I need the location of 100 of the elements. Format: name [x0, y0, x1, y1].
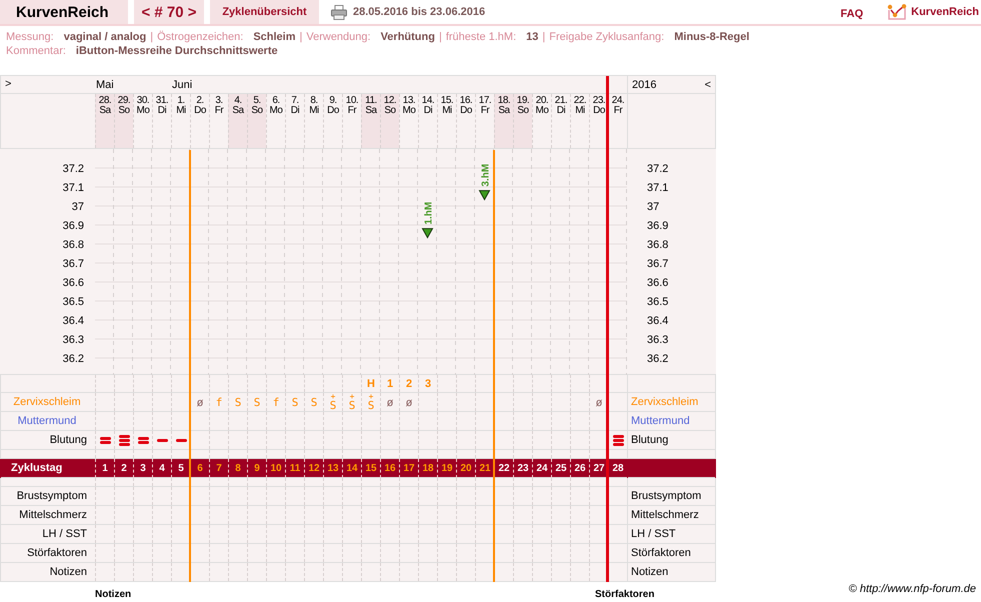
temperature-label: 37: [72, 201, 84, 213]
info-label: Östrogenzeichen:: [157, 31, 244, 43]
info-value: Minus-8-Regel: [674, 31, 750, 43]
cycle-day-number: 10: [270, 463, 282, 474]
date-cell: 8. Mi: [304, 94, 323, 148]
year-label: 2016: [632, 78, 656, 90]
date-cell: 18. Sa: [494, 94, 513, 148]
logo-text: KurvenReich: [911, 6, 979, 18]
separator: |: [150, 31, 154, 43]
cycle-day-number: 22: [498, 463, 510, 474]
copyright-text: © http://www.nfp-forum.de: [848, 583, 976, 595]
mucus-symbol: + S: [348, 394, 356, 410]
temperature-label: 36.3: [647, 334, 668, 346]
mucus-symbol: f: [216, 396, 222, 408]
mucus-symbol: + S: [330, 394, 336, 410]
row-label: Notizen: [630, 565, 670, 580]
date-cell: 13. Mo: [399, 94, 418, 148]
printer-icon[interactable]: [331, 4, 347, 20]
brand-title[interactable]: KurvenReich: [0, 0, 128, 24]
cycle-day-number: 3: [140, 463, 146, 474]
row-label: LH / SST: [630, 527, 677, 542]
temperature-label: 37.1: [62, 182, 84, 194]
cycle-day-number: 14: [346, 463, 358, 474]
section-heading: Notizen: [95, 589, 132, 600]
info-label: Verwendung:: [306, 31, 371, 43]
mucus-symbol: ø: [386, 396, 394, 408]
logo-icon: [887, 4, 908, 20]
row-label: Notizen: [48, 565, 88, 580]
cycle-day-number: 23: [517, 463, 529, 474]
mucus-symbol: ø: [196, 396, 204, 408]
info-value: iButton-Messreihe Durchschnittswerte: [76, 45, 278, 57]
cycle-day-number: 13: [327, 463, 339, 474]
temperature-label: 36.9: [647, 220, 668, 232]
cycle-day-number: 11: [290, 463, 300, 474]
row-label: Störfaktoren: [26, 546, 88, 561]
mucus-symbol: S: [234, 396, 242, 408]
info-value: vaginal / analog: [64, 31, 146, 43]
next-cycle-button[interactable]: >: [1, 76, 12, 92]
cycle-day-number: 20: [460, 463, 472, 474]
cycle-day-number: 8: [235, 463, 241, 474]
separator: |: [300, 31, 302, 43]
peak-count: H: [367, 378, 375, 390]
separator: |: [542, 31, 546, 43]
cycle-day-number: 28: [612, 463, 624, 474]
cycle-day-number: 17: [403, 463, 415, 474]
mucus-symbol: + S: [368, 394, 374, 410]
date-cell: 9. Do: [323, 94, 342, 148]
overview-link[interactable]: Zyklenübersicht: [210, 0, 319, 24]
cycle-day-number: 19: [441, 463, 453, 474]
separator: |: [438, 31, 442, 43]
date-cell: 14. Di: [418, 94, 437, 148]
date-cell: 19. So: [513, 94, 532, 148]
row-label: Brustsymptom: [630, 489, 702, 504]
mucus-symbol: ø: [406, 396, 412, 408]
faq-link[interactable]: FAQ: [840, 8, 864, 20]
date-cell: 28. Sa: [95, 94, 114, 148]
info-label: früheste 1.hM:: [446, 31, 516, 43]
cycle-day-number: 15: [365, 463, 377, 474]
previous-cycle-button[interactable]: <: [704, 76, 711, 92]
date-cell: 20. Mo: [532, 94, 551, 148]
section-heading: Störfaktoren: [595, 589, 654, 600]
cycle-day-label: Zyklustag: [10, 462, 62, 474]
row-label: Mittelschmerz: [630, 508, 700, 523]
info-label: Messung:: [6, 31, 54, 43]
date-cell: 1. Mi: [171, 94, 190, 148]
mucus-symbol: S: [254, 396, 260, 408]
temperature-label: 37: [647, 201, 660, 213]
temperature-label: 37.2: [62, 163, 84, 175]
cycle-day-number: 26: [574, 463, 586, 474]
date-cell: 6. Mo: [266, 94, 285, 148]
date-cell: 30. Mo: [133, 94, 152, 148]
temperature-label: 36.4: [647, 315, 668, 327]
cycle-day-number: 2: [121, 463, 127, 474]
date-cell: 16. Do: [456, 94, 475, 148]
row-label: Störfaktoren: [630, 546, 692, 561]
cycle-navigation[interactable]: < # 70 >: [134, 0, 204, 24]
temperature-label: 36.7: [647, 258, 668, 270]
cycle-day-number: 5: [178, 463, 184, 474]
temperature-label: 36.8: [62, 239, 84, 251]
date-cell: 7. Di: [285, 94, 304, 148]
row-label: Zervixschleim: [12, 395, 82, 410]
cycle-day-number: 16: [384, 463, 396, 474]
mucus-symbol: ø: [596, 396, 602, 408]
peak-count: 3: [424, 378, 432, 390]
row-label: LH / SST: [41, 527, 88, 542]
temperature-label: 37.2: [647, 163, 668, 175]
temperature-note: 3.hM: [480, 164, 492, 187]
date-cell: 2. Do: [190, 94, 209, 148]
date-cell: 29. So: [114, 94, 133, 148]
cycle-day-number: 7: [216, 463, 222, 474]
month-label: Mai: [95, 78, 114, 90]
date-cell: 21. Di: [551, 94, 570, 148]
temperature-marker: [478, 190, 490, 201]
temperature-marker: [422, 228, 434, 239]
mucus-symbol: f: [272, 396, 280, 408]
info-value: 13: [526, 31, 538, 43]
peak-count: 2: [406, 378, 412, 390]
info-label: Kommentar:: [6, 45, 66, 57]
row-label: Blutung: [48, 433, 88, 448]
mucus-symbol: S: [292, 396, 298, 408]
